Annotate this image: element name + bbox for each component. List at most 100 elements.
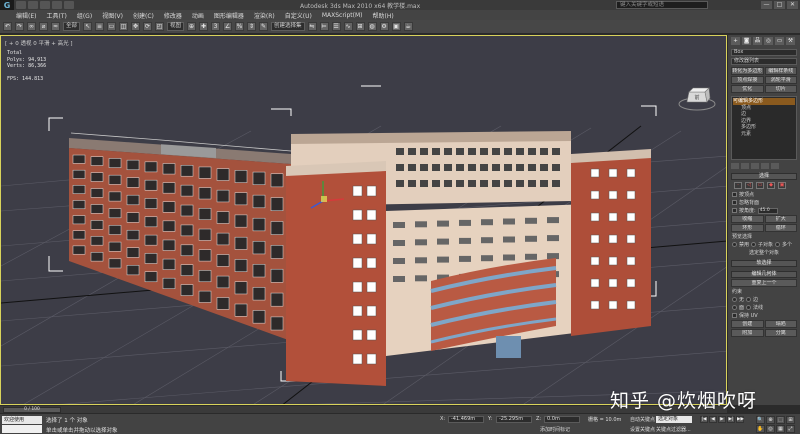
new-file-icon[interactable] bbox=[16, 1, 26, 9]
angle-snap-icon[interactable]: ∠ bbox=[223, 22, 233, 31]
configure-sets-icon[interactable] bbox=[771, 163, 779, 169]
optimize-button[interactable]: 优化 bbox=[731, 85, 764, 93]
scene-canvas[interactable] bbox=[1, 36, 727, 405]
y-coord-field[interactable]: -25.295m bbox=[496, 416, 532, 423]
menu-animation[interactable]: 动画 bbox=[192, 11, 204, 20]
repeat-last-button[interactable]: 重复上一个 bbox=[731, 279, 797, 287]
menu-tools[interactable]: 工具(T) bbox=[46, 11, 66, 20]
undo-icon[interactable] bbox=[52, 1, 62, 9]
constraint-edge-radio[interactable] bbox=[746, 297, 752, 302]
move-icon[interactable]: ✥ bbox=[131, 22, 141, 31]
attach-button[interactable]: 附加 bbox=[731, 329, 764, 337]
undo-icon[interactable]: ↶ bbox=[3, 22, 12, 31]
zoom-icon[interactable]: 🔍 bbox=[756, 416, 765, 424]
menu-create[interactable]: 创建(C) bbox=[133, 11, 154, 20]
menu-graph-editors[interactable]: 图形编辑器 bbox=[214, 11, 244, 20]
scale-icon[interactable]: ◰ bbox=[155, 22, 165, 31]
polygon-mode-icon[interactable]: ◆ bbox=[767, 182, 775, 189]
menu-modifiers[interactable]: 修改器 bbox=[164, 11, 182, 20]
z-coord-field[interactable]: 0.0m bbox=[544, 416, 580, 423]
by-angle-checkbox[interactable] bbox=[732, 208, 737, 213]
menu-customize[interactable]: 自定义(U) bbox=[285, 11, 312, 20]
pin-stack-icon[interactable] bbox=[731, 163, 739, 169]
vertex-weld-button[interactable]: 顶点焊接 bbox=[731, 76, 764, 84]
redo-icon[interactable]: ↷ bbox=[15, 22, 24, 31]
edit-spline-button[interactable]: 编辑样条线 bbox=[764, 67, 797, 75]
show-end-result-icon[interactable] bbox=[741, 163, 749, 169]
close-button[interactable]: ✕ bbox=[787, 1, 798, 9]
rect-select-icon[interactable]: ▭ bbox=[107, 22, 117, 31]
prev-frame-button[interactable]: ◀ bbox=[709, 416, 717, 423]
set-key-button[interactable]: 设置关键点 bbox=[630, 426, 655, 433]
open-file-icon[interactable] bbox=[28, 1, 38, 9]
rotate-icon[interactable]: ⟳ bbox=[143, 22, 153, 31]
menu-group[interactable]: 组(G) bbox=[77, 11, 92, 20]
stack-item-element[interactable]: 元素 bbox=[733, 131, 795, 138]
shrink-button[interactable]: 收缩 bbox=[731, 215, 764, 223]
field-of-view-icon[interactable]: ▦ bbox=[776, 425, 785, 433]
preview-multi-radio[interactable] bbox=[775, 242, 781, 247]
selection-filter-select[interactable]: 全部 bbox=[63, 22, 81, 31]
save-file-icon[interactable] bbox=[40, 1, 50, 9]
display-tab[interactable]: ▭ bbox=[775, 37, 784, 45]
link-icon[interactable]: ∞ bbox=[27, 22, 36, 31]
window-crossing-icon[interactable]: ◫ bbox=[119, 22, 129, 31]
constraint-none-radio[interactable] bbox=[732, 297, 737, 302]
render-setup-icon[interactable]: ⚙ bbox=[379, 22, 389, 31]
angle-spinner[interactable]: 45.0 bbox=[757, 207, 778, 214]
menu-edit[interactable]: 编辑(E) bbox=[16, 11, 36, 20]
select-object-icon[interactable]: ↖ bbox=[83, 22, 93, 31]
preview-off-radio[interactable] bbox=[732, 242, 737, 247]
render-icon[interactable]: ☕ bbox=[403, 22, 413, 31]
pivot-icon[interactable]: ⊕ bbox=[187, 22, 197, 31]
utilities-tab[interactable]: ⚒ bbox=[786, 37, 795, 45]
snap-icon[interactable]: 3 bbox=[211, 22, 221, 31]
vertex-mode-icon[interactable]: · bbox=[734, 182, 742, 189]
element-mode-icon[interactable]: ▣ bbox=[778, 182, 786, 189]
preview-subobj-radio[interactable] bbox=[751, 242, 757, 247]
viewport-label[interactable]: [ + 0 透视 0 平滑 + 高光 ] bbox=[5, 39, 73, 47]
menu-maxscript[interactable]: MAXScript(M) bbox=[322, 12, 363, 19]
manipulate-icon[interactable]: ✚ bbox=[199, 22, 209, 31]
edit-geometry-rollout-header[interactable]: 编辑几何体 bbox=[731, 271, 797, 278]
constraint-face-radio[interactable] bbox=[732, 305, 737, 310]
create-button[interactable]: 创建 bbox=[731, 320, 764, 328]
viewcube-icon[interactable]: 前 bbox=[677, 84, 717, 112]
by-vertex-checkbox[interactable] bbox=[732, 192, 737, 197]
redo-icon[interactable] bbox=[64, 1, 74, 9]
loop-button[interactable]: 循环 bbox=[764, 224, 797, 232]
modifier-list-select[interactable]: 修改器列表 bbox=[731, 58, 797, 65]
render-frame-icon[interactable]: ▣ bbox=[391, 22, 401, 31]
perspective-viewport[interactable]: [ + 0 透视 0 平滑 + 高光 ] Total Polys: 94,913… bbox=[0, 35, 727, 405]
modify-tab[interactable]: ◙ bbox=[742, 37, 751, 45]
ref-coord-select[interactable]: 视图 bbox=[167, 22, 185, 31]
orbit-icon[interactable]: ◎ bbox=[766, 425, 775, 433]
named-sel-icon[interactable]: ✎ bbox=[259, 22, 269, 31]
minimize-button[interactable]: — bbox=[761, 1, 772, 9]
material-editor-icon[interactable]: ◍ bbox=[367, 22, 377, 31]
go-to-start-button[interactable]: |◀ bbox=[700, 416, 708, 423]
percent-snap-icon[interactable]: % bbox=[235, 22, 245, 31]
collapse-button[interactable]: 塌陷 bbox=[764, 320, 797, 328]
create-tab[interactable]: + bbox=[731, 37, 740, 45]
make-unique-icon[interactable] bbox=[751, 163, 759, 169]
edge-mode-icon[interactable]: ◁ bbox=[745, 182, 753, 189]
app-logo-icon[interactable]: G bbox=[0, 0, 14, 10]
zoom-extents-all-icon[interactable]: ⊞ bbox=[786, 416, 795, 424]
key-filters-button[interactable]: 关键点过滤器... bbox=[656, 426, 691, 433]
selection-rollout-header[interactable]: 选择 bbox=[731, 173, 797, 180]
object-name-field[interactable]: Box bbox=[731, 49, 797, 56]
menu-views[interactable]: 视图(V) bbox=[102, 11, 123, 20]
ignore-backface-checkbox[interactable] bbox=[732, 200, 737, 205]
next-frame-button[interactable]: ▶| bbox=[727, 416, 735, 423]
ring-button[interactable]: 环形 bbox=[731, 224, 764, 232]
hierarchy-tab[interactable]: 品 bbox=[753, 37, 762, 45]
curve-editor-icon[interactable]: ∿ bbox=[343, 22, 353, 31]
motion-tab[interactable]: ◎ bbox=[764, 37, 773, 45]
grow-button[interactable]: 扩大 bbox=[764, 215, 797, 223]
play-button[interactable]: ▶ bbox=[718, 416, 726, 423]
bind-spacewarp-icon[interactable]: ≈ bbox=[51, 22, 60, 31]
maximize-button[interactable]: □ bbox=[774, 1, 785, 9]
preserve-uv-checkbox[interactable] bbox=[732, 313, 737, 318]
add-time-tag[interactable]: 添加时间标记 bbox=[540, 426, 570, 433]
